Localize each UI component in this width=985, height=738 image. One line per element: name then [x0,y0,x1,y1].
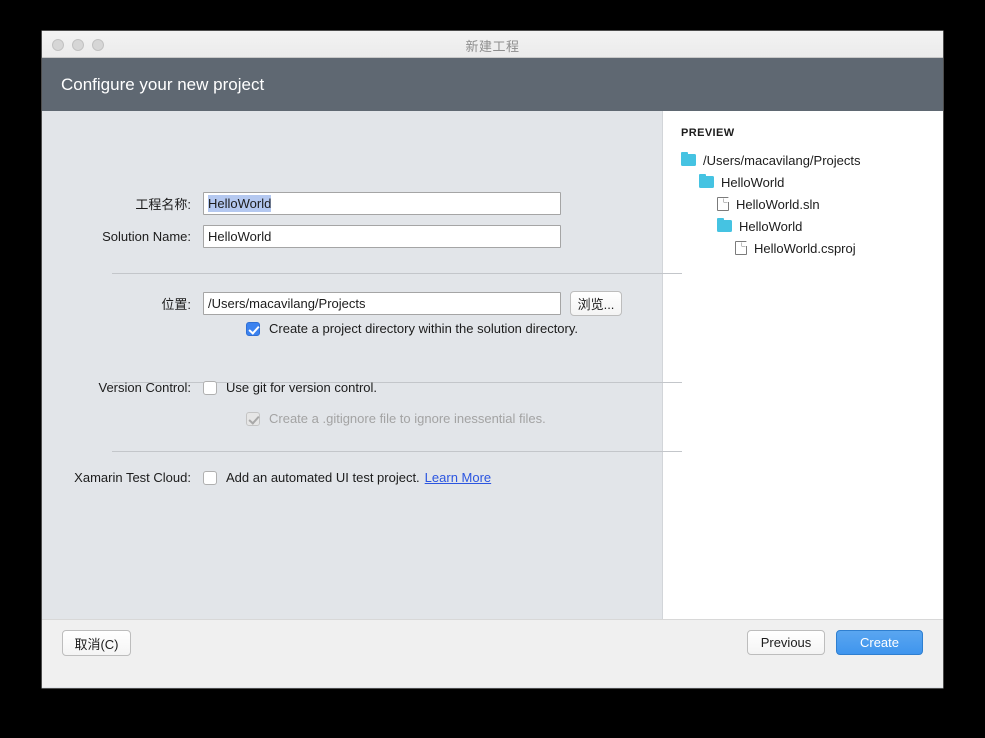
folder-icon [717,217,732,232]
previous-button[interactable]: Previous [747,630,825,655]
dialog-body: 工程名称: HelloWorld Solution Name: HelloWor… [42,111,943,619]
folder-icon [699,173,714,188]
gitignore-label: Create a .gitignore file to ignore iness… [269,411,546,426]
preview-tree-item: HelloWorld [681,215,943,237]
preview-pane: PREVIEW /Users/macavilang/Projects HelloW… [663,111,943,619]
preview-tree-item-label: HelloWorld.csproj [754,240,856,256]
preview-tree-item-label: HelloWorld [721,174,785,190]
solution-name-label: Solution Name: [102,229,191,244]
divider-1 [112,273,682,274]
gitignore-checkbox [246,411,260,426]
preview-tree-item: HelloWorld.sln [681,193,943,215]
preview-title: PREVIEW [681,127,735,139]
folder-icon [681,151,696,166]
xamarin-ui-test-checkbox[interactable] [203,470,217,485]
preview-tree-item-label: HelloWorld.sln [736,196,820,212]
divider-3 [112,451,682,452]
browse-button[interactable]: 浏览... [570,291,622,316]
location-label: 位置: [161,297,191,312]
project-name-label: 工程名称: [135,197,191,212]
xamarin-ui-test-label: Add an automated UI test project. [226,470,420,485]
solution-name-row: Solution Name: HelloWorld [61,225,561,248]
project-name-row: 工程名称: HelloWorld [61,192,561,215]
project-name-input[interactable]: HelloWorld [203,192,561,215]
preview-tree-item-label: HelloWorld [739,218,803,234]
file-icon [717,197,729,211]
create-project-directory-row[interactable]: Create a project directory within the so… [246,321,578,336]
use-git-label: Use git for version control. [226,380,378,395]
learn-more-link[interactable]: Learn More [425,470,491,485]
page-title: Configure your new project [61,74,265,94]
new-project-dialog-window: 新建工程 Configure your new project 工程名称: He… [42,31,943,688]
xamarin-test-cloud-label: Xamarin Test Cloud: [74,470,191,485]
file-icon [735,241,747,255]
version-control-row: Version Control: Use git for version con… [61,380,378,395]
window-title: 新建工程 [465,39,520,54]
window-titlebar: 新建工程 [42,31,943,58]
preview-tree-item: HelloWorld.csproj [681,237,943,259]
gitignore-row: Create a .gitignore file to ignore iness… [246,411,546,426]
preview-tree-item-label: /Users/macavilang/Projects [703,152,861,168]
version-control-label: Version Control: [98,380,192,395]
dialog-footer: 取消(C) Previous Create [42,619,943,687]
preview-tree: /Users/macavilang/Projects HelloWorld Hell… [681,149,943,259]
location-row: 位置: /Users/macavilang/Projects 浏览... [61,291,622,316]
preview-tree-item: HelloWorld [681,171,943,193]
use-git-checkbox[interactable] [203,380,217,395]
configuration-form-pane: 工程名称: HelloWorld Solution Name: HelloWor… [42,111,682,619]
xamarin-test-cloud-row: Xamarin Test Cloud: Add an automated UI … [61,470,491,485]
create-button[interactable]: Create [836,630,923,655]
dialog-header: Configure your new project [42,58,943,111]
project-name-value: HelloWorld [208,195,272,212]
cancel-button[interactable]: 取消(C) [62,630,131,656]
location-input[interactable]: /Users/macavilang/Projects [203,292,561,315]
create-project-directory-label: Create a project directory within the so… [269,321,579,336]
create-project-directory-checkbox[interactable] [246,321,260,336]
solution-name-input[interactable]: HelloWorld [203,225,561,248]
preview-tree-item: /Users/macavilang/Projects [681,149,943,171]
